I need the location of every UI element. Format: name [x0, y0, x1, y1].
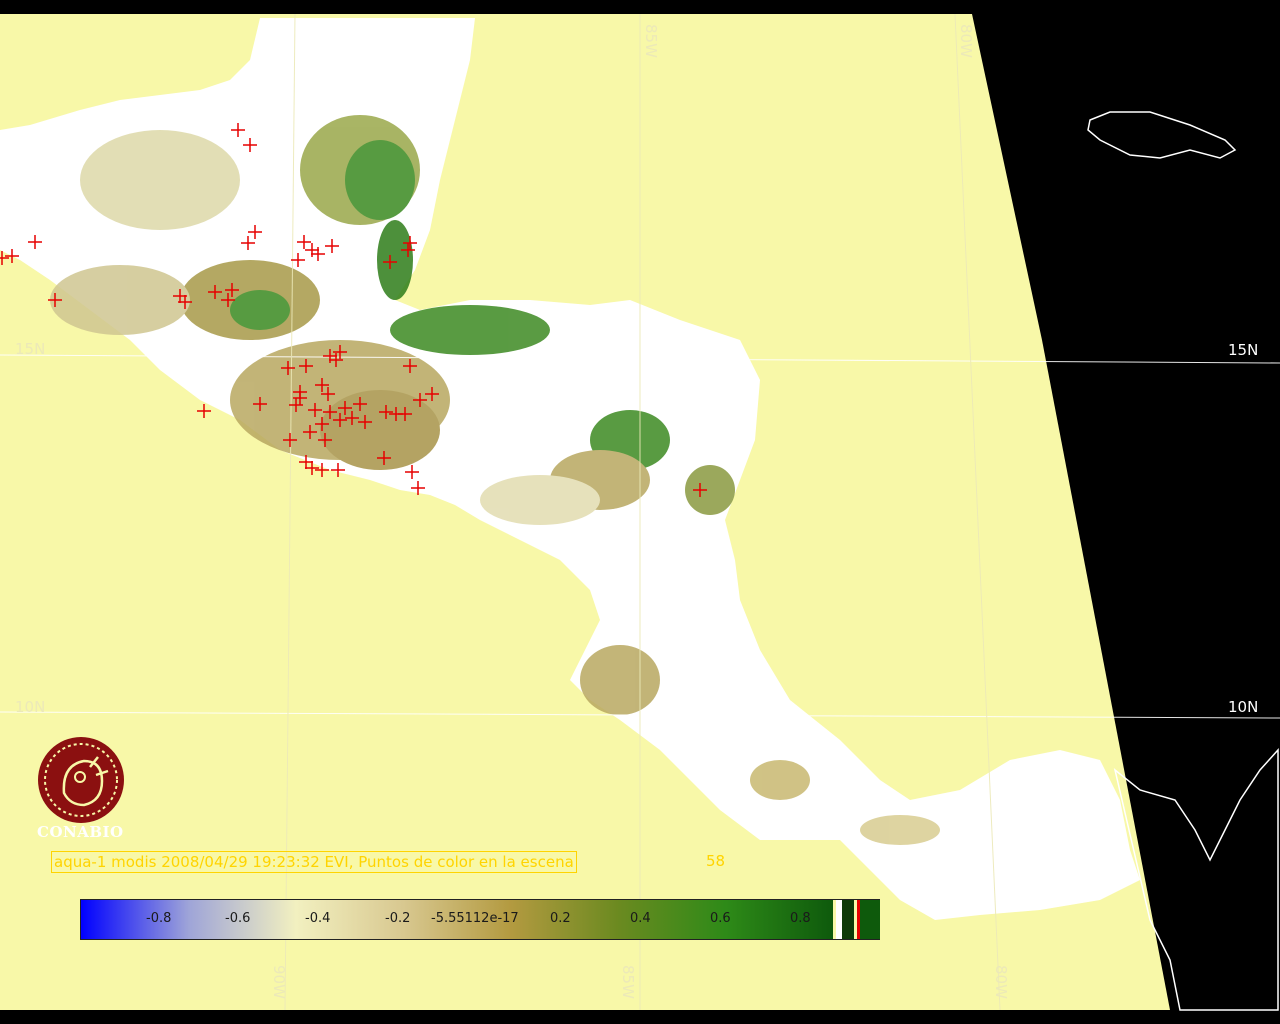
- colorbar-swatch-green: [860, 900, 880, 939]
- conabio-logo-icon: [38, 737, 124, 823]
- colorbar-swatch-dark: [842, 900, 854, 939]
- conabio-logo-text: CONABIO: [37, 823, 124, 841]
- lat-label-10n-west: 10N: [15, 698, 46, 716]
- evi-colorbar: -0.8 -0.6 -0.4 -0.2 -5.55112e-17 0.2 0.4…: [80, 899, 880, 940]
- colorbar-tick: 0.8: [790, 911, 811, 926]
- colorbar-tick: -5.55112e-17: [431, 911, 519, 926]
- lon-label-80w-bottom: 80W: [992, 965, 1010, 999]
- fire-point-count: 58: [706, 852, 726, 870]
- lon-label-85w-top: 85W: [642, 24, 660, 58]
- satellite-map-viewport: 15N 15N 10N 10N 90W 85W 85W 80W 80W CONA…: [0, 0, 1280, 1024]
- lat-label-15n-west: 15N: [15, 340, 46, 358]
- colorbar-tick: -0.4: [305, 911, 331, 926]
- colorbar-tick: -0.2: [385, 911, 411, 926]
- lat-label-15n-east: 15N: [1228, 341, 1259, 359]
- scene-caption: aqua-1 modis 2008/04/29 19:23:32 EVI, Pu…: [51, 851, 577, 873]
- colorbar-tick: -0.8: [146, 911, 172, 926]
- lon-label-85w-bottom: 85W: [619, 965, 637, 999]
- colorbar-tick: 0.6: [710, 911, 731, 926]
- colorbar-tick: -0.6: [225, 911, 251, 926]
- colorbar-tick: 0.2: [550, 911, 571, 926]
- lon-label-90w: 90W: [270, 965, 288, 999]
- lat-label-10n-east: 10N: [1228, 698, 1259, 716]
- colorbar-tick: 0.4: [630, 911, 651, 926]
- lon-label-80w-top: 80W: [957, 24, 975, 58]
